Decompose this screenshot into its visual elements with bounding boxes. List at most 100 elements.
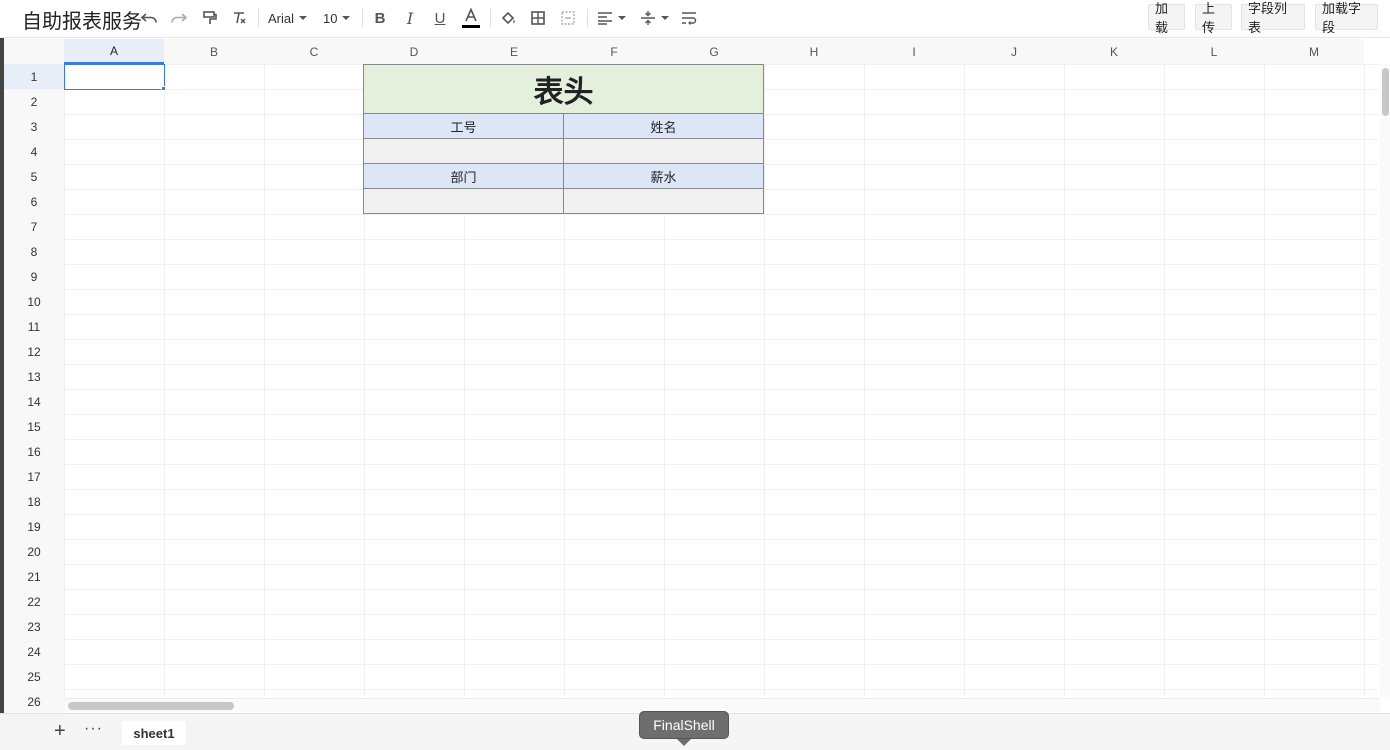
toolbar-separator — [587, 9, 588, 27]
name-label-cell[interactable]: 姓名 — [563, 113, 764, 139]
department-value-cell[interactable] — [363, 188, 564, 214]
row-header-11[interactable]: 11 — [4, 314, 64, 339]
row-header-14[interactable]: 14 — [4, 389, 64, 414]
gridline-row — [64, 464, 1378, 465]
row-header-16[interactable]: 16 — [4, 439, 64, 464]
horizontal-scroll-thumb[interactable] — [68, 702, 234, 710]
gridline-column — [164, 64, 165, 697]
borders-icon[interactable] — [528, 7, 548, 29]
format-painter-icon[interactable] — [200, 7, 220, 29]
horizontal-scrollbar[interactable] — [64, 698, 1380, 712]
row-header-2[interactable]: 2 — [4, 89, 64, 114]
row-header-26[interactable]: 26 — [4, 689, 64, 714]
row-header-10[interactable]: 10 — [4, 289, 64, 314]
merge-cells-icon[interactable] — [558, 7, 578, 29]
load-button[interactable]: 加载 — [1148, 1, 1185, 35]
row-header-24[interactable]: 24 — [4, 639, 64, 664]
add-sheet-icon[interactable]: + — [54, 720, 66, 743]
row-header-9[interactable]: 9 — [4, 264, 64, 289]
align-horizontal-icon[interactable] — [596, 7, 626, 29]
column-header-a[interactable]: A — [64, 39, 164, 64]
column-header-e[interactable]: E — [464, 39, 564, 64]
field-list-button[interactable]: 字段列表 — [1241, 1, 1305, 35]
row-header-21[interactable]: 21 — [4, 564, 64, 589]
gridline-row — [64, 539, 1378, 540]
column-header-k[interactable]: K — [1064, 39, 1164, 64]
load-fields-button[interactable]: 加载字段 — [1315, 1, 1378, 35]
wrap-text-icon[interactable] — [679, 7, 699, 29]
column-header-d[interactable]: D — [364, 39, 464, 64]
align-vertical-icon[interactable] — [639, 7, 669, 29]
toolbar-separator — [362, 9, 363, 27]
gridline-row — [64, 439, 1378, 440]
row-header-7[interactable]: 7 — [4, 214, 64, 239]
column-header-c[interactable]: C — [264, 39, 364, 64]
font-family-select[interactable]: Arial — [268, 7, 310, 29]
bold-icon[interactable]: B — [371, 7, 389, 29]
vertical-scrollbar[interactable] — [1380, 64, 1390, 697]
text-color-bar — [462, 25, 480, 28]
employee-id-value-cell[interactable] — [363, 138, 564, 164]
report-header-cell[interactable]: 表头 — [363, 64, 764, 114]
more-icon[interactable]: ··· — [84, 720, 103, 738]
gridline-row — [64, 414, 1378, 415]
row-header-17[interactable]: 17 — [4, 464, 64, 489]
selected-cell[interactable] — [64, 64, 165, 90]
column-header-g[interactable]: G — [664, 39, 764, 64]
row-header-1[interactable]: 1 — [4, 64, 64, 89]
clear-format-icon[interactable] — [229, 7, 249, 29]
upload-button[interactable]: 上传 — [1195, 1, 1232, 35]
column-header-j[interactable]: J — [964, 39, 1064, 64]
column-header-i[interactable]: I — [864, 39, 964, 64]
row-header-4[interactable]: 4 — [4, 139, 64, 164]
department-label-cell[interactable]: 部门 — [363, 163, 564, 189]
row-header-8[interactable]: 8 — [4, 239, 64, 264]
row-header-19[interactable]: 19 — [4, 514, 64, 539]
row-header-6[interactable]: 6 — [4, 189, 64, 214]
gridline-row — [64, 664, 1378, 665]
select-all-corner[interactable] — [4, 39, 64, 64]
row-header-12[interactable]: 12 — [4, 339, 64, 364]
fill-color-icon[interactable] — [498, 7, 518, 29]
undo-icon[interactable] — [139, 7, 159, 29]
gridline-row — [64, 264, 1378, 265]
gridline-row — [64, 614, 1378, 615]
row-header-18[interactable]: 18 — [4, 489, 64, 514]
font-size-select[interactable]: 10 — [323, 7, 355, 29]
column-header-f[interactable]: F — [564, 39, 664, 64]
italic-icon[interactable]: I — [401, 7, 419, 29]
gridline-row — [64, 314, 1378, 315]
row-header-23[interactable]: 23 — [4, 614, 64, 639]
spreadsheet-app: 自助报表服务 Arial 10 B I U 加载 上传 字段列表 加载字段 A … — [0, 0, 1390, 750]
tooltip-arrow — [677, 739, 691, 746]
gridline-column — [264, 64, 265, 697]
sheet-tab[interactable]: sheet1 — [122, 721, 186, 745]
row-header-3[interactable]: 3 — [4, 114, 64, 139]
gridline-row — [64, 214, 1378, 215]
text-color-icon[interactable] — [461, 7, 481, 29]
salary-label-cell[interactable]: 薪水 — [563, 163, 764, 189]
column-header-b[interactable]: B — [164, 39, 264, 64]
gridline-column — [864, 64, 865, 697]
row-header-5[interactable]: 5 — [4, 164, 64, 189]
gridline-row — [64, 639, 1378, 640]
row-header-13[interactable]: 13 — [4, 364, 64, 389]
fill-handle[interactable] — [161, 86, 166, 91]
gridline-column — [1364, 64, 1365, 697]
column-header-m[interactable]: M — [1264, 39, 1364, 64]
column-header-h[interactable]: H — [764, 39, 864, 64]
salary-value-cell[interactable] — [563, 188, 764, 214]
chevron-down-icon — [660, 16, 669, 20]
underline-icon[interactable]: U — [431, 7, 449, 29]
employee-id-label-cell[interactable]: 工号 — [363, 113, 564, 139]
redo-icon[interactable] — [169, 7, 189, 29]
row-header-15[interactable]: 15 — [4, 414, 64, 439]
name-value-cell[interactable] — [563, 138, 764, 164]
row-header-25[interactable]: 25 — [4, 664, 64, 689]
font-family-value: Arial — [268, 10, 295, 26]
row-header-22[interactable]: 22 — [4, 589, 64, 614]
row-header-20[interactable]: 20 — [4, 539, 64, 564]
column-header-l[interactable]: L — [1164, 39, 1264, 64]
toolbar: 自助报表服务 Arial 10 B I U 加载 上传 字段列表 加载字段 — [0, 0, 1390, 38]
vertical-scroll-thumb[interactable] — [1382, 68, 1389, 116]
